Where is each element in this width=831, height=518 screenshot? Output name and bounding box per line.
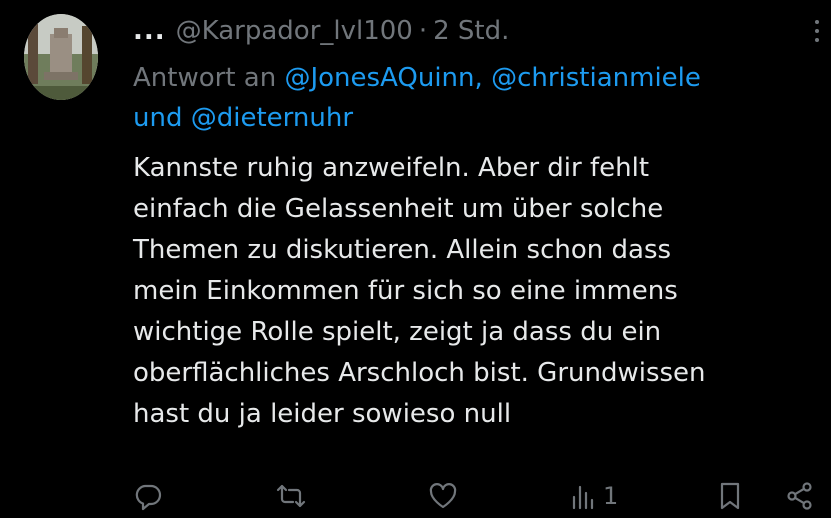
more-options-icon[interactable] bbox=[813, 20, 821, 50]
post-text-line: Kannste ruhig anzweifeln. Aber dir fehlt bbox=[133, 153, 650, 183]
avatar-image bbox=[24, 14, 98, 100]
repost-icon bbox=[276, 484, 306, 508]
post-text: Kannste ruhig anzweifeln. Aber dir fehlt… bbox=[133, 148, 823, 435]
header-separator: · bbox=[418, 16, 428, 46]
share-button[interactable] bbox=[785, 478, 815, 514]
post-text-line: einfach die Gelassenheit um über solche bbox=[133, 194, 664, 224]
reply-button[interactable] bbox=[133, 478, 163, 514]
like-icon bbox=[429, 483, 457, 509]
mention-link[interactable]: @christianmiele bbox=[491, 63, 701, 93]
like-button[interactable] bbox=[428, 478, 458, 514]
post-text-line: Themen zu diskutieren. Allein schon dass bbox=[133, 235, 672, 265]
post-text-line: hast du ja leider sowieso null bbox=[133, 399, 512, 429]
post-text-line: oberflächliches Arschloch bist. Grundwis… bbox=[133, 358, 706, 388]
reply-to: Antwort an @JonesAQuinn, @christianmiele… bbox=[133, 58, 823, 138]
bookmark-button[interactable] bbox=[715, 478, 745, 514]
reply-icon bbox=[135, 484, 162, 511]
mention-link[interactable]: @dieternuhr bbox=[191, 103, 353, 133]
avatar[interactable] bbox=[24, 14, 98, 100]
post-text-line: mein Einkommen für sich so eine immens bbox=[133, 276, 678, 306]
repost-button[interactable] bbox=[276, 478, 306, 514]
post-header: ... @Karpador_lvl100 · 2 Std. bbox=[133, 13, 509, 49]
user-handle[interactable]: @Karpador_lvl100 bbox=[176, 13, 413, 49]
display-name[interactable]: ... bbox=[133, 13, 166, 49]
views-button[interactable]: 1 bbox=[569, 478, 618, 514]
post-timestamp[interactable]: 2 Std. bbox=[433, 13, 509, 49]
reply-conjunction: und bbox=[133, 103, 183, 133]
post-text-line: wichtige Rolle spielt, zeigt ja dass du … bbox=[133, 317, 662, 347]
reply-prefix: Antwort an bbox=[133, 63, 277, 93]
share-icon bbox=[787, 482, 812, 510]
action-bar: 1 bbox=[133, 478, 831, 514]
mention-link[interactable]: @JonesAQuinn, bbox=[284, 63, 482, 93]
views-icon bbox=[572, 485, 594, 510]
bookmark-icon bbox=[720, 482, 740, 510]
post: ... @Karpador_lvl100 · 2 Std. Antwort an… bbox=[0, 0, 831, 518]
views-count: 1 bbox=[603, 482, 619, 510]
